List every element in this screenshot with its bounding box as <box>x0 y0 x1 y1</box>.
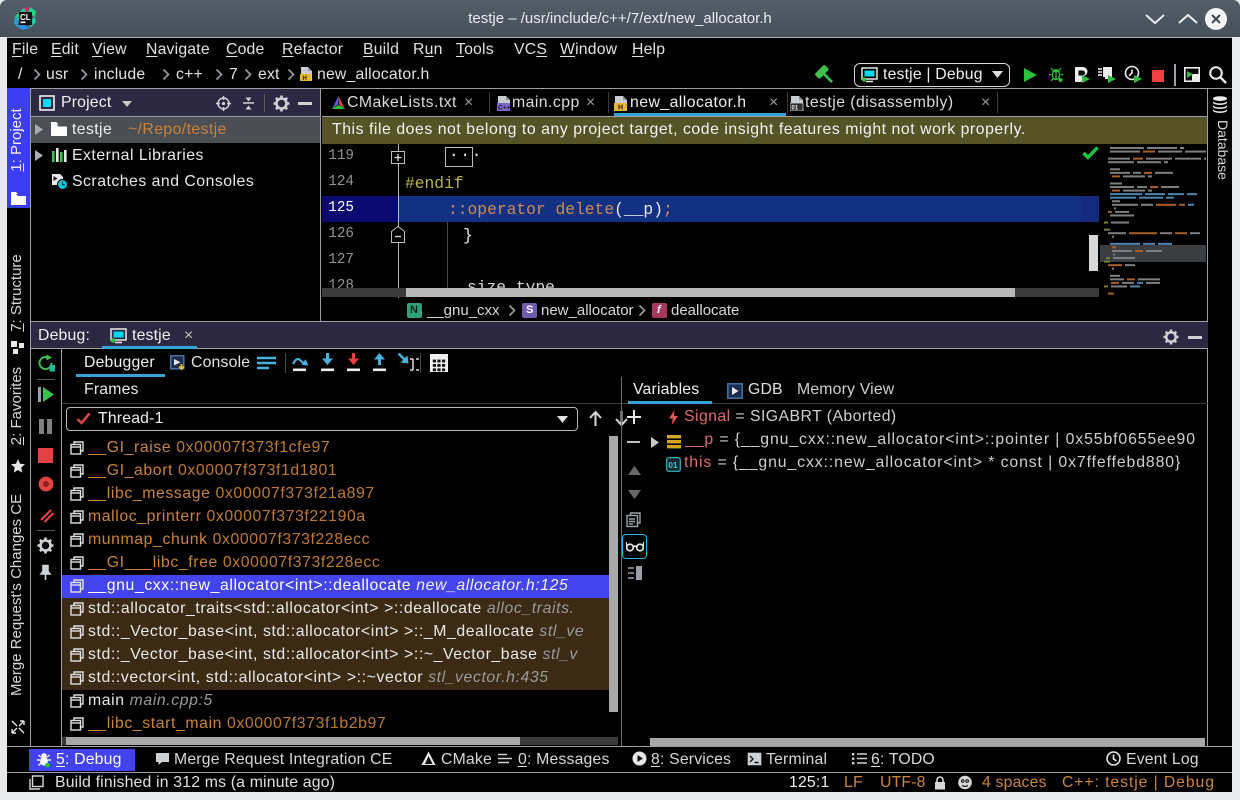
svg-text:H: H <box>618 105 623 112</box>
svg-text:01: 01 <box>792 106 799 112</box>
svg-text:C++: C++ <box>498 105 510 112</box>
svg-text:01: 01 <box>668 460 678 470</box>
svg-text:H: H <box>303 76 307 82</box>
